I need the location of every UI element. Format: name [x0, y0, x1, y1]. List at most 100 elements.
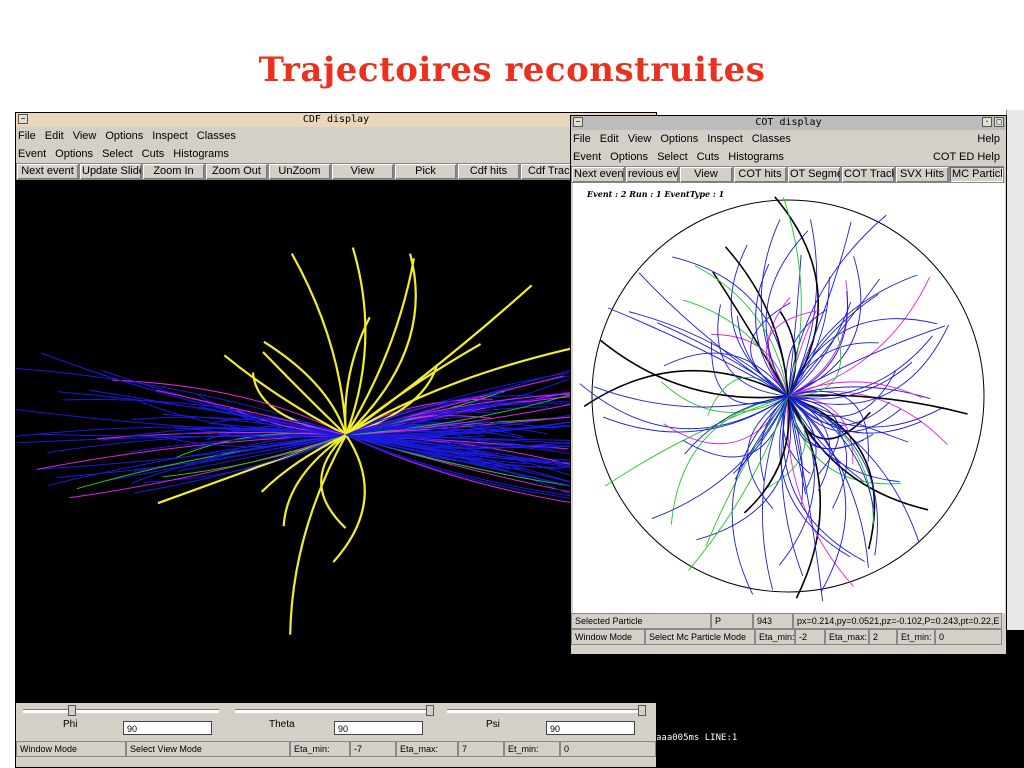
menu-inspect[interactable]: Inspect: [707, 133, 742, 145]
theta-slider[interactable]: [235, 709, 431, 713]
menu-edit[interactable]: Edit: [600, 133, 619, 145]
cdf-toolbar: Next event Update Slider Zoom In Zoom Ou…: [16, 163, 656, 180]
cot-track-line: [787, 277, 931, 397]
cot-display-window: − COT display · □ File Edit View Options Ins…: [570, 115, 1007, 655]
minimize-icon[interactable]: ·: [982, 117, 992, 127]
cdf-window-title: CDF display: [302, 114, 370, 125]
theta-slider-handle[interactable]: [426, 705, 434, 716]
menu-options[interactable]: Options: [660, 133, 698, 145]
et-min-value: 0: [935, 629, 1002, 645]
phi-slider[interactable]: [23, 709, 219, 713]
cdf-display-window: − CDF display File Edit View Options Inspect…: [15, 112, 657, 768]
cdf-tracks: [16, 247, 656, 635]
menu-options-2[interactable]: Options: [610, 151, 648, 163]
particle-id-cell: 943: [753, 613, 793, 629]
cdf-titlebar[interactable]: − CDF display: [16, 113, 656, 127]
theta-label: Theta: [269, 719, 295, 730]
track-line: [320, 434, 347, 529]
cot-track-line: [651, 395, 789, 520]
menu-histograms[interactable]: Histograms: [728, 151, 784, 163]
track-line: [289, 434, 347, 635]
next-event-button[interactable]: Next event: [16, 163, 79, 180]
psi-label: Psi: [486, 719, 500, 730]
previous-event-button[interactable]: revious eve: [625, 166, 679, 183]
menu-options-2[interactable]: Options: [55, 148, 93, 160]
menu-classes[interactable]: Classes: [197, 130, 236, 142]
cot-track-line: [787, 274, 918, 397]
theta-field[interactable]: 90: [334, 721, 423, 735]
cdf-event-canvas[interactable]: [16, 180, 656, 703]
menu-cuts[interactable]: Cuts: [142, 148, 165, 160]
slide-title: Trajectoires reconstruites: [258, 50, 766, 90]
phi-field[interactable]: 90: [123, 721, 212, 735]
menu-cuts[interactable]: Cuts: [697, 151, 720, 163]
menu-help[interactable]: Help: [977, 130, 1000, 148]
cdf-hits-button[interactable]: Cdf hits: [457, 163, 520, 180]
cdf-status-bar: Window Mode Select View Mode Eta_min: -7…: [16, 741, 656, 757]
cot-window-title: COT display: [755, 117, 822, 128]
mc-particle-mode-cell: Select Mc Particle Mode: [645, 629, 755, 645]
cot-hits-button[interactable]: COT hits: [733, 166, 787, 183]
menu-file[interactable]: File: [18, 130, 36, 142]
next-event-button[interactable]: Next event: [571, 166, 625, 183]
mc-particle-button[interactable]: MC Particle: [949, 166, 1004, 183]
et-min-label: Et_min:: [504, 741, 560, 757]
view-mode-cell: Select View Mode: [126, 741, 290, 757]
cot-track-line: [787, 395, 929, 511]
menu-view[interactable]: View: [628, 133, 652, 145]
psi-slider[interactable]: [447, 709, 643, 713]
psi-field[interactable]: 90: [546, 721, 635, 735]
desktop-edge: [1006, 110, 1024, 630]
psi-slider-handle[interactable]: [638, 705, 646, 716]
cot-tracks-button[interactable]: COT Tracks: [841, 166, 895, 183]
eta-max-label: Eta_max:: [825, 629, 869, 645]
menu-inspect[interactable]: Inspect: [152, 130, 187, 142]
update-slider-button[interactable]: Update Slider: [79, 163, 142, 180]
selected-particle-cell: Selected Particle: [571, 613, 711, 629]
cot-titlebar[interactable]: − COT display · □: [571, 116, 1006, 130]
zoom-in-button[interactable]: Zoom In: [142, 163, 205, 180]
particle-momentum-cell: px=0.214,py=0.0521,pz=-0.102,P=0.243,pt=…: [793, 613, 1002, 629]
pick-button[interactable]: Pick: [394, 163, 457, 180]
cdf-menubar-1: File Edit View Options Inspect Classes: [16, 127, 656, 145]
menu-classes[interactable]: Classes: [752, 133, 791, 145]
track-line: [332, 434, 366, 563]
cot-track-line: [724, 246, 789, 397]
window-menu-icon[interactable]: −: [18, 114, 28, 124]
eta-max-label: Eta_max:: [396, 741, 458, 757]
cot-track-line: [787, 395, 909, 443]
terminal-text: aaa005ms LINE:1: [656, 733, 738, 743]
eta-min-label: Eta_min:: [290, 741, 350, 757]
menu-options[interactable]: Options: [105, 130, 143, 142]
maximize-icon[interactable]: □: [994, 117, 1004, 127]
et-min-label: Et_min:: [897, 629, 935, 645]
cot-track-line: [787, 221, 852, 397]
cot-menubar-1: File Edit View Options Inspect Classes Help: [571, 130, 1006, 148]
cot-status-bar-1: Selected Particle P 943 px=0.214,py=0.05…: [571, 613, 1006, 629]
window-mode-cell: Window Mode: [16, 741, 126, 757]
menu-select[interactable]: Select: [102, 148, 133, 160]
menu-histograms[interactable]: Histograms: [173, 148, 229, 160]
menu-view[interactable]: View: [73, 130, 97, 142]
window-mode-cell: Window Mode: [571, 629, 645, 645]
cot-toolbar: Next event revious eve View COT hits OT …: [571, 166, 1006, 183]
cdf-slider-panel: Phi 90 Theta 90 Psi 90: [16, 703, 656, 739]
cot-segments-button[interactable]: OT Segmen: [787, 166, 841, 183]
view-button[interactable]: View: [679, 166, 733, 183]
window-menu-icon[interactable]: −: [573, 117, 583, 127]
phi-slider-handle[interactable]: [68, 705, 76, 716]
menu-event[interactable]: Event: [18, 148, 46, 160]
unzoom-button[interactable]: UnZoom: [268, 163, 331, 180]
particle-type-cell: P: [711, 613, 753, 629]
eta-min-value: -2: [795, 629, 825, 645]
menu-event[interactable]: Event: [573, 151, 601, 163]
zoom-out-button[interactable]: Zoom Out: [205, 163, 268, 180]
menu-select[interactable]: Select: [657, 151, 688, 163]
view-button[interactable]: View: [331, 163, 394, 180]
menu-edit[interactable]: Edit: [45, 130, 64, 142]
cot-event-canvas[interactable]: Event : 2 Run : 1 EventType : 1: [573, 183, 1005, 613]
svx-hits-button[interactable]: SVX Hits: [895, 166, 949, 183]
eta-max-value: 7: [458, 741, 504, 757]
menu-cot-ed-help[interactable]: COT ED Help: [933, 148, 1000, 166]
menu-file[interactable]: File: [573, 133, 591, 145]
